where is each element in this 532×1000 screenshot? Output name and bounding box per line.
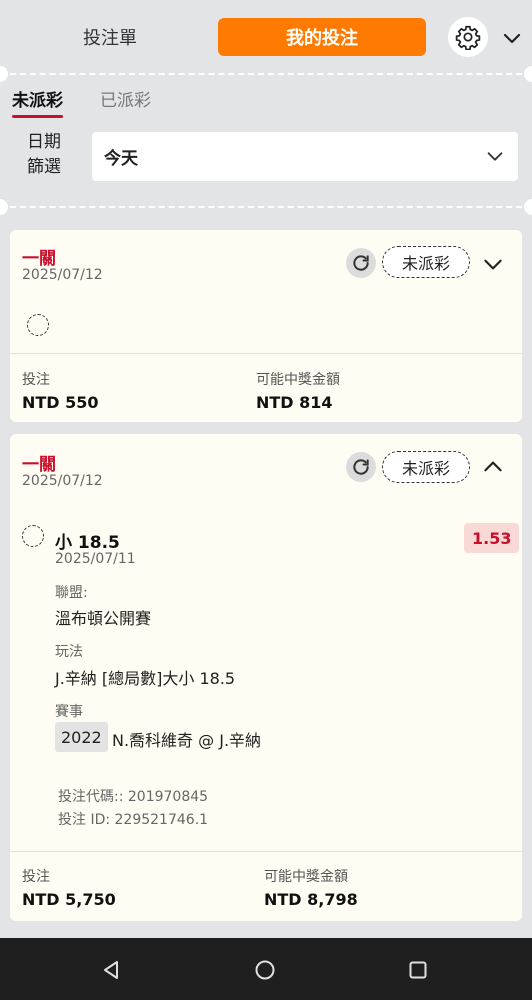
tab-settled[interactable]: 已派彩 — [100, 86, 151, 116]
date-filter-label-line1: 日期 — [27, 132, 61, 152]
refresh-icon — [353, 459, 369, 475]
event-year-chip: 2022 — [55, 722, 108, 752]
tab-betslip[interactable]: 投注單 — [20, 18, 200, 56]
date-filter-label-line2: 篩選 — [27, 157, 61, 177]
bet-date: 2025/07/12 — [22, 267, 103, 283]
payout-value: NTD 814 — [256, 393, 333, 412]
bet-date: 2025/07/12 — [22, 473, 103, 489]
market-value: J.辛納 [總局數]大小 18.5 — [55, 669, 236, 688]
back-icon[interactable] — [99, 958, 123, 982]
payout-label: 可能中獎金額 — [264, 869, 348, 885]
bet-card[interactable]: 一關 2025/07/12 未派彩 小 18.5 2025/07/11 1.53… — [10, 434, 522, 921]
league-label: 聯盟: — [55, 585, 88, 601]
bet-card[interactable]: 一關 2025/07/12 未派彩 投注 NTD 550 可能中獎金額 NTD … — [10, 230, 522, 422]
system-nav-bar — [0, 938, 532, 1000]
refresh-button[interactable] — [346, 248, 376, 278]
settings-button[interactable] — [448, 17, 488, 57]
date-filter-select[interactable]: 今天 — [92, 132, 518, 181]
tab-unsettled[interactable]: 未派彩 — [12, 86, 63, 118]
status-badge: 未派彩 — [382, 246, 470, 278]
card-footer: 投注 NTD 5,750 可能中獎金額 NTD 8,798 — [10, 851, 522, 921]
refresh-button[interactable] — [346, 452, 376, 482]
bet-code: 投注代碼:: 201970845 — [58, 789, 209, 805]
event-label: 賽事 — [55, 704, 83, 720]
tab-my-bets[interactable]: 我的投注 — [218, 18, 426, 56]
payout-label: 可能中獎金額 — [256, 372, 340, 388]
selection-date: 2025/07/11 — [55, 551, 136, 567]
divider-notch — [0, 199, 8, 215]
league-value: 溫布頓公開賽 — [55, 609, 152, 628]
gear-icon — [455, 25, 481, 50]
home-icon[interactable] — [253, 958, 277, 982]
chevron-down-icon[interactable] — [480, 251, 506, 277]
card-footer: 投注 NTD 550 可能中獎金額 NTD 814 — [10, 353, 522, 422]
event-value: N.喬科維奇 @ J.辛納 — [112, 731, 262, 750]
top-bar: 投注單 我的投注 — [0, 0, 532, 72]
market-label: 玩法 — [55, 644, 83, 660]
refresh-icon — [353, 255, 369, 271]
pending-status-icon — [27, 314, 49, 336]
selection-name: 小 18.5 — [55, 533, 120, 553]
pending-status-icon — [22, 525, 44, 547]
divider — [0, 206, 532, 208]
recents-icon[interactable] — [406, 958, 430, 982]
date-filter-label: 日期 篩選 — [16, 130, 72, 180]
bet-type: 一關 — [22, 249, 56, 269]
payout-value: NTD 8,798 — [264, 890, 358, 909]
divider-notch — [524, 66, 532, 82]
stake-value: NTD 5,750 — [22, 890, 116, 909]
stake-value: NTD 550 — [22, 393, 99, 412]
divider-notch — [524, 199, 532, 215]
stake-label: 投注 — [22, 372, 50, 388]
status-badge: 未派彩 — [382, 451, 470, 483]
date-filter-value: 今天 — [104, 149, 138, 169]
odds-badge: 1.53 — [464, 523, 520, 553]
chevron-down-icon — [487, 152, 503, 161]
divider — [0, 73, 532, 75]
bet-id: 投注 ID: 229521746.1 — [58, 812, 209, 828]
chevron-up-icon[interactable] — [480, 454, 506, 480]
bet-type: 一關 — [22, 455, 56, 475]
stake-label: 投注 — [22, 869, 50, 885]
chevron-down-icon[interactable] — [500, 26, 524, 50]
